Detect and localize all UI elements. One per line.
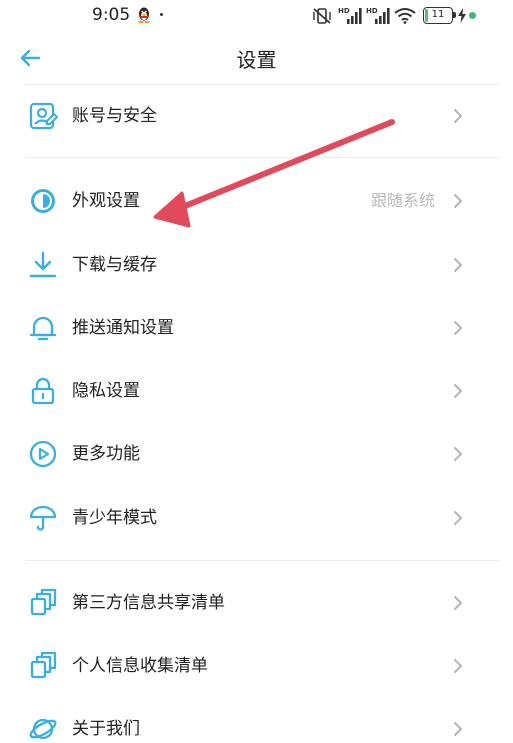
settings-item-label: 关于我们: [72, 719, 140, 739]
settings-item-third-party-sharing[interactable]: 第三方信息共享清单: [0, 575, 513, 631]
header: 设置: [0, 32, 513, 84]
chevron-right-icon: [454, 447, 462, 461]
settings-item-about-us[interactable]: 关于我们: [0, 701, 513, 743]
settings-item-personal-info-collection[interactable]: 个人信息收集清单: [0, 638, 513, 694]
battery-icon: 11: [423, 7, 453, 24]
cellular-signal-2-icon: HD: [366, 7, 390, 25]
notification-dot: [160, 13, 163, 16]
chevron-right-icon: [454, 659, 462, 673]
chevron-right-icon: [454, 258, 462, 272]
appearance-icon: [27, 185, 59, 217]
bell-icon: [27, 312, 59, 344]
settings-item-label: 更多功能: [72, 444, 140, 464]
settings-item-download-cache[interactable]: 下载与缓存: [0, 237, 513, 293]
settings-item-label: 下载与缓存: [72, 255, 157, 275]
settings-item-value: 跟随系统: [370, 191, 435, 210]
chevron-right-icon: [454, 321, 462, 335]
qq-penguin-icon: [138, 7, 150, 24]
group-divider: [25, 157, 500, 158]
settings-item-label: 青少年模式: [72, 508, 157, 528]
settings-item-label: 第三方信息共享清单: [72, 593, 225, 613]
chevron-right-icon: [454, 109, 462, 123]
chevron-right-icon: [454, 194, 462, 208]
wifi-icon: [394, 8, 416, 24]
settings-item-label: 隐私设置: [72, 381, 140, 401]
status-time: 9:05: [92, 5, 131, 25]
copy-icon: [27, 650, 59, 682]
settings-item-account-security[interactable]: 账号与安全: [0, 88, 513, 144]
page-title: 设置: [236, 48, 277, 72]
lock-icon: [27, 375, 59, 407]
copy-icon: [27, 587, 59, 619]
chevron-right-icon: [454, 596, 462, 610]
umbrella-icon: [27, 502, 59, 534]
planet-icon: [27, 713, 59, 743]
chevron-right-icon: [454, 722, 462, 736]
download-icon: [27, 249, 59, 281]
privacy-indicator-dot: [469, 12, 476, 19]
settings-item-label: 个人信息收集清单: [72, 656, 208, 676]
battery-level: 11: [431, 9, 445, 20]
settings-item-push-notification[interactable]: 推送通知设置: [0, 300, 513, 356]
settings-item-teen-mode[interactable]: 青少年模式: [0, 490, 513, 546]
cellular-signal-1-icon: HD: [338, 7, 362, 25]
settings-item-label: 账号与安全: [72, 106, 157, 126]
battery-nub: [453, 12, 456, 18]
chevron-right-icon: [454, 384, 462, 398]
vibrate-mute-icon: [313, 8, 331, 24]
settings-item-label: 推送通知设置: [72, 318, 174, 338]
account-security-icon: [27, 100, 59, 132]
status-bar: 9:05 HD HD 11: [0, 0, 513, 32]
header-divider: [25, 84, 500, 85]
settings-item-label: 外观设置: [72, 191, 140, 211]
play-circle-icon: [27, 438, 59, 470]
charging-bolt-icon: [458, 8, 466, 23]
settings-item-appearance[interactable]: 外观设置 跟随系统: [0, 173, 513, 229]
settings-item-more-features[interactable]: 更多功能: [0, 426, 513, 482]
settings-item-privacy[interactable]: 隐私设置: [0, 363, 513, 419]
chevron-right-icon: [454, 511, 462, 525]
group-divider: [25, 560, 500, 561]
